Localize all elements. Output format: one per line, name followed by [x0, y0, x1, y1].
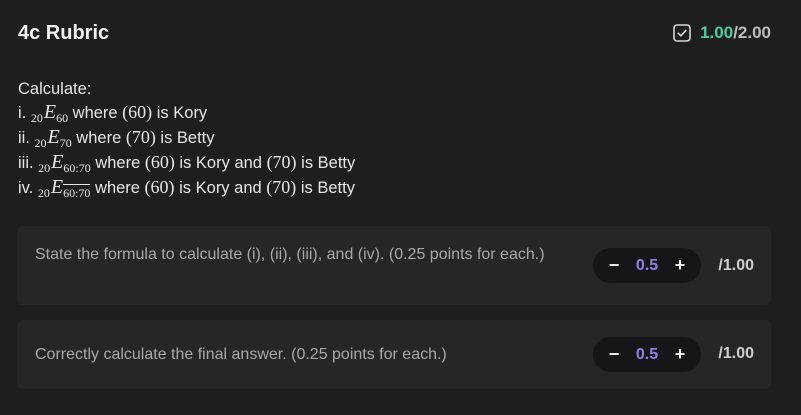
criterion-description: State the formula to calculate (i), (ii)… [35, 246, 545, 263]
math-pre-subscript: 20 [30, 111, 43, 125]
item-text: is Betty [155, 129, 215, 147]
item-text: where [71, 129, 126, 147]
decrement-button[interactable]: − [605, 255, 623, 276]
question-item: i. 20E60 where (60) is Kory [18, 101, 718, 126]
question-intro: Calculate: [18, 80, 92, 98]
math-pre-subscript: 20 [38, 161, 51, 175]
math-pre-subscript: 20 [37, 186, 50, 200]
increment-button[interactable]: + [671, 344, 689, 365]
points-stepper[interactable]: − 0.5 + [593, 248, 701, 283]
item-text: is Kory and [174, 179, 267, 197]
math-post-subscript: 60:70 [63, 161, 91, 175]
math-expression: 20E70 [34, 126, 72, 150]
math-expression: 20E60:70 [37, 176, 91, 200]
criterion-description: Correctly calculate the final answer. (0… [35, 346, 447, 363]
points-stepper[interactable]: − 0.5 + [593, 337, 701, 372]
math-number: (70) [266, 152, 297, 172]
rubric-score: 1.00/2.00 [673, 23, 771, 43]
math-variable: E [50, 176, 64, 198]
math-expression: 20E60:70 [38, 151, 91, 175]
item-prefix: i. [18, 104, 31, 122]
rubric-header: 4c Rubric 1.00/2.00 [18, 18, 771, 48]
math-number: (60) [144, 152, 175, 172]
math-post-subscript: 70 [59, 136, 72, 150]
math-pre-subscript: 20 [34, 136, 47, 150]
increment-button[interactable]: + [671, 255, 689, 276]
rubric-criterion: Correctly calculate the final answer. (0… [17, 320, 771, 389]
item-prefix: ii. [18, 129, 35, 147]
points-value[interactable]: 0.5 [636, 346, 658, 364]
item-text: where [90, 154, 145, 172]
math-number: (70) [125, 127, 156, 147]
item-text: where [90, 179, 145, 197]
decrement-button[interactable]: − [605, 344, 623, 365]
checkbox-icon[interactable] [673, 24, 691, 42]
math-post-subscript: 60 [56, 111, 69, 125]
item-text: is Kory [152, 104, 208, 122]
score-total: /2.00 [733, 23, 771, 42]
math-number: (60) [144, 177, 175, 197]
score-earned: 1.00 [700, 23, 734, 42]
points-value[interactable]: 0.5 [636, 257, 658, 275]
item-text: is Betty [296, 154, 356, 172]
question-item: ii. 20E70 where (70) is Betty [18, 126, 718, 151]
item-text: is Betty [296, 179, 355, 197]
question-text: Calculate: i. 20E60 where (60) is Kory i… [18, 78, 718, 201]
math-variable: E [51, 151, 64, 173]
math-number: (60) [122, 102, 153, 122]
math-variable: E [43, 101, 57, 123]
rubric-criterion: State the formula to calculate (i), (ii)… [17, 226, 771, 305]
question-item: iv. 20E60:70 where (60) is Kory and (70)… [18, 176, 718, 201]
item-prefix: iii. [18, 154, 39, 172]
item-text: is Kory and [174, 154, 267, 172]
rubric-title: 4c Rubric [18, 21, 110, 44]
points-max: /1.00 [718, 345, 754, 362]
math-variable: E [47, 126, 60, 148]
points-max: /1.00 [718, 257, 754, 274]
math-post-subscript-bar: 60:70 [63, 184, 91, 200]
math-expression: 20E60 [30, 101, 69, 125]
question-item: iii. 20E60:70 where (60) is Kory and (70… [18, 151, 718, 176]
item-prefix: iv. [18, 179, 38, 197]
math-number: (70) [266, 177, 297, 197]
item-text: where [68, 104, 123, 122]
